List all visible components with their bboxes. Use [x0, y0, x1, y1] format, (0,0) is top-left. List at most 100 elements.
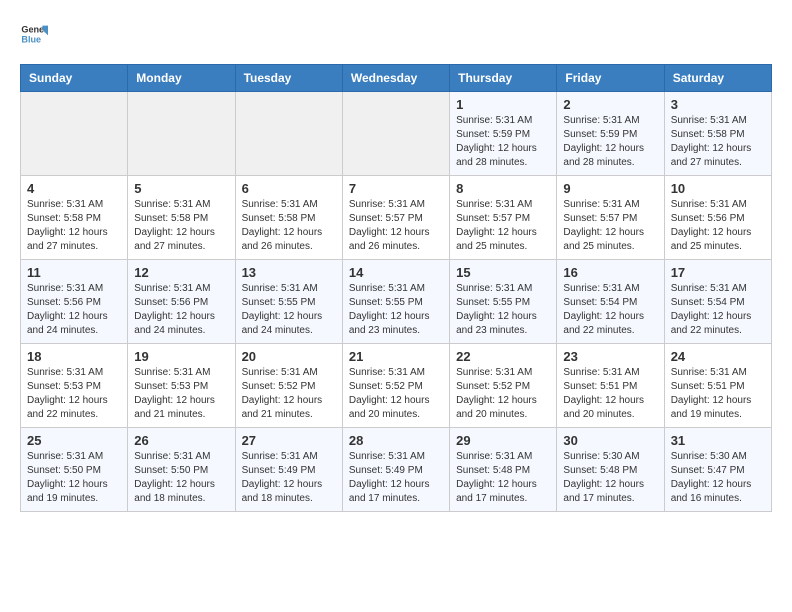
calendar-day: 24 Sunrise: 5:31 AM Sunset: 5:51 PM Dayli…	[664, 344, 771, 428]
calendar-day: 14 Sunrise: 5:31 AM Sunset: 5:55 PM Dayli…	[342, 260, 449, 344]
day-info: Sunrise: 5:31 AM Sunset: 5:56 PM Dayligh…	[134, 282, 228, 338]
calendar-day: 17Sunrise: 5:31 AM Sunset: 5:54 PM Dayli…	[664, 260, 771, 344]
svg-text:Blue: Blue	[21, 34, 41, 44]
calendar-day: 4 Sunrise: 5:31 AM Sunset: 5:58 PM Daylig…	[21, 176, 128, 260]
calendar-week: 11 Sunrise: 5:31 AM Sunset: 5:56 PM Dayli…	[21, 260, 772, 344]
calendar-day: 26 Sunrise: 5:31 AM Sunset: 5:50 PM Dayli…	[128, 428, 235, 512]
day-number: 22	[456, 349, 550, 364]
weekday-header: Friday	[557, 65, 664, 92]
day-info: Sunrise: 5:31 AM Sunset: 5:52 PM Dayligh…	[242, 366, 336, 422]
day-info: Sunrise: 5:31 AM Sunset: 5:58 PM Dayligh…	[27, 198, 121, 254]
calendar-day: 2Sunrise: 5:31 AM Sunset: 5:59 PM Daylig…	[557, 92, 664, 176]
calendar-day: 7 Sunrise: 5:31 AM Sunset: 5:57 PM Daylig…	[342, 176, 449, 260]
weekday-header: Monday	[128, 65, 235, 92]
calendar-day: 12 Sunrise: 5:31 AM Sunset: 5:56 PM Dayli…	[128, 260, 235, 344]
day-info: Sunrise: 5:31 AM Sunset: 5:49 PM Dayligh…	[242, 450, 336, 506]
day-number: 13	[242, 265, 336, 280]
calendar-day: 11 Sunrise: 5:31 AM Sunset: 5:56 PM Dayli…	[21, 260, 128, 344]
day-number: 21	[349, 349, 443, 364]
day-info: Sunrise: 5:31 AM Sunset: 5:56 PM Dayligh…	[27, 282, 121, 338]
calendar-day	[235, 92, 342, 176]
calendar-day: 28Sunrise: 5:31 AM Sunset: 5:49 PM Dayli…	[342, 428, 449, 512]
day-info: Sunrise: 5:30 AM Sunset: 5:48 PM Dayligh…	[563, 450, 657, 506]
day-number: 20	[242, 349, 336, 364]
calendar-week: 25 Sunrise: 5:31 AM Sunset: 5:50 PM Dayli…	[21, 428, 772, 512]
day-info: Sunrise: 5:31 AM Sunset: 5:54 PM Dayligh…	[563, 282, 657, 338]
day-number: 12	[134, 265, 228, 280]
calendar-day	[21, 92, 128, 176]
calendar-table: SundayMondayTuesdayWednesdayThursdayFrid…	[20, 64, 772, 512]
day-number: 31	[671, 433, 765, 448]
day-info: Sunrise: 5:31 AM Sunset: 5:50 PM Dayligh…	[27, 450, 121, 506]
day-info: Sunrise: 5:31 AM Sunset: 5:58 PM Dayligh…	[671, 114, 765, 170]
day-info: Sunrise: 5:31 AM Sunset: 5:51 PM Dayligh…	[563, 366, 657, 422]
day-info: Sunrise: 5:31 AM Sunset: 5:49 PM Dayligh…	[349, 450, 443, 506]
day-number: 29	[456, 433, 550, 448]
calendar-day: 5Sunrise: 5:31 AM Sunset: 5:58 PM Daylig…	[128, 176, 235, 260]
weekday-header: Thursday	[450, 65, 557, 92]
calendar-day: 29 Sunrise: 5:31 AM Sunset: 5:48 PM Dayli…	[450, 428, 557, 512]
calendar-week: 1 Sunrise: 5:31 AM Sunset: 5:59 PM Daylig…	[21, 92, 772, 176]
calendar-day: 9Sunrise: 5:31 AM Sunset: 5:57 PM Daylig…	[557, 176, 664, 260]
calendar-day: 15 Sunrise: 5:31 AM Sunset: 5:55 PM Dayli…	[450, 260, 557, 344]
calendar-day: 13 Sunrise: 5:31 AM Sunset: 5:55 PM Dayli…	[235, 260, 342, 344]
day-info: Sunrise: 5:31 AM Sunset: 5:55 PM Dayligh…	[456, 282, 550, 338]
day-info: Sunrise: 5:31 AM Sunset: 5:48 PM Dayligh…	[456, 450, 550, 506]
day-number: 14	[349, 265, 443, 280]
day-info: Sunrise: 5:31 AM Sunset: 5:55 PM Dayligh…	[349, 282, 443, 338]
day-info: Sunrise: 5:31 AM Sunset: 5:56 PM Dayligh…	[671, 198, 765, 254]
day-number: 15	[456, 265, 550, 280]
calendar-day	[342, 92, 449, 176]
day-number: 30	[563, 433, 657, 448]
day-info: Sunrise: 5:31 AM Sunset: 5:58 PM Dayligh…	[242, 198, 336, 254]
day-info: Sunrise: 5:31 AM Sunset: 5:51 PM Dayligh…	[671, 366, 765, 422]
day-info: Sunrise: 5:31 AM Sunset: 5:50 PM Dayligh…	[134, 450, 228, 506]
day-info: Sunrise: 5:31 AM Sunset: 5:55 PM Dayligh…	[242, 282, 336, 338]
day-number: 17	[671, 265, 765, 280]
weekday-header: Tuesday	[235, 65, 342, 92]
day-number: 8	[456, 181, 550, 196]
day-number: 5	[134, 181, 228, 196]
day-number: 16	[563, 265, 657, 280]
day-info: Sunrise: 5:31 AM Sunset: 5:52 PM Dayligh…	[456, 366, 550, 422]
calendar-day: 22 Sunrise: 5:31 AM Sunset: 5:52 PM Dayli…	[450, 344, 557, 428]
calendar-header: SundayMondayTuesdayWednesdayThursdayFrid…	[21, 65, 772, 92]
weekday-header: Sunday	[21, 65, 128, 92]
day-info: Sunrise: 5:31 AM Sunset: 5:57 PM Dayligh…	[349, 198, 443, 254]
day-number: 11	[27, 265, 121, 280]
day-number: 25	[27, 433, 121, 448]
day-number: 24	[671, 349, 765, 364]
calendar-day: 18Sunrise: 5:31 AM Sunset: 5:53 PM Dayli…	[21, 344, 128, 428]
calendar-day: 3Sunrise: 5:31 AM Sunset: 5:58 PM Daylig…	[664, 92, 771, 176]
calendar-day: 1 Sunrise: 5:31 AM Sunset: 5:59 PM Daylig…	[450, 92, 557, 176]
calendar-day: 23 Sunrise: 5:31 AM Sunset: 5:51 PM Dayli…	[557, 344, 664, 428]
day-info: Sunrise: 5:31 AM Sunset: 5:53 PM Dayligh…	[134, 366, 228, 422]
day-number: 18	[27, 349, 121, 364]
day-number: 10	[671, 181, 765, 196]
day-number: 6	[242, 181, 336, 196]
calendar-day: 20 Sunrise: 5:31 AM Sunset: 5:52 PM Dayli…	[235, 344, 342, 428]
calendar-body: 1 Sunrise: 5:31 AM Sunset: 5:59 PM Daylig…	[21, 92, 772, 512]
day-number: 1	[456, 97, 550, 112]
calendar-day: 27Sunrise: 5:31 AM Sunset: 5:49 PM Dayli…	[235, 428, 342, 512]
calendar-day: 16 Sunrise: 5:31 AM Sunset: 5:54 PM Dayli…	[557, 260, 664, 344]
day-number: 23	[563, 349, 657, 364]
day-number: 26	[134, 433, 228, 448]
calendar-week: 4 Sunrise: 5:31 AM Sunset: 5:58 PM Daylig…	[21, 176, 772, 260]
logo: General Blue	[20, 20, 48, 48]
calendar-day: 21Sunrise: 5:31 AM Sunset: 5:52 PM Dayli…	[342, 344, 449, 428]
day-info: Sunrise: 5:31 AM Sunset: 5:59 PM Dayligh…	[456, 114, 550, 170]
calendar-week: 18 Sunrise: 5:31 AM Sunset: 5:53 PM Dayli…	[21, 344, 772, 428]
day-info: Sunrise: 5:31 AM Sunset: 5:59 PM Dayligh…	[563, 114, 657, 170]
calendar-day: 8 Sunrise: 5:31 AM Sunset: 5:57 PM Daylig…	[450, 176, 557, 260]
calendar-day: 25 Sunrise: 5:31 AM Sunset: 5:50 PM Dayli…	[21, 428, 128, 512]
day-info: Sunrise: 5:31 AM Sunset: 5:57 PM Dayligh…	[456, 198, 550, 254]
day-number: 4	[27, 181, 121, 196]
calendar-day: 31 Sunrise: 5:30 AM Sunset: 5:47 PM Dayli…	[664, 428, 771, 512]
weekday-header: Saturday	[664, 65, 771, 92]
day-info: Sunrise: 5:31 AM Sunset: 5:57 PM Dayligh…	[563, 198, 657, 254]
day-info: Sunrise: 5:30 AM Sunset: 5:47 PM Dayligh…	[671, 450, 765, 506]
day-number: 7	[349, 181, 443, 196]
calendar-day: 6 Sunrise: 5:31 AM Sunset: 5:58 PM Daylig…	[235, 176, 342, 260]
logo-icon: General Blue	[20, 20, 48, 48]
